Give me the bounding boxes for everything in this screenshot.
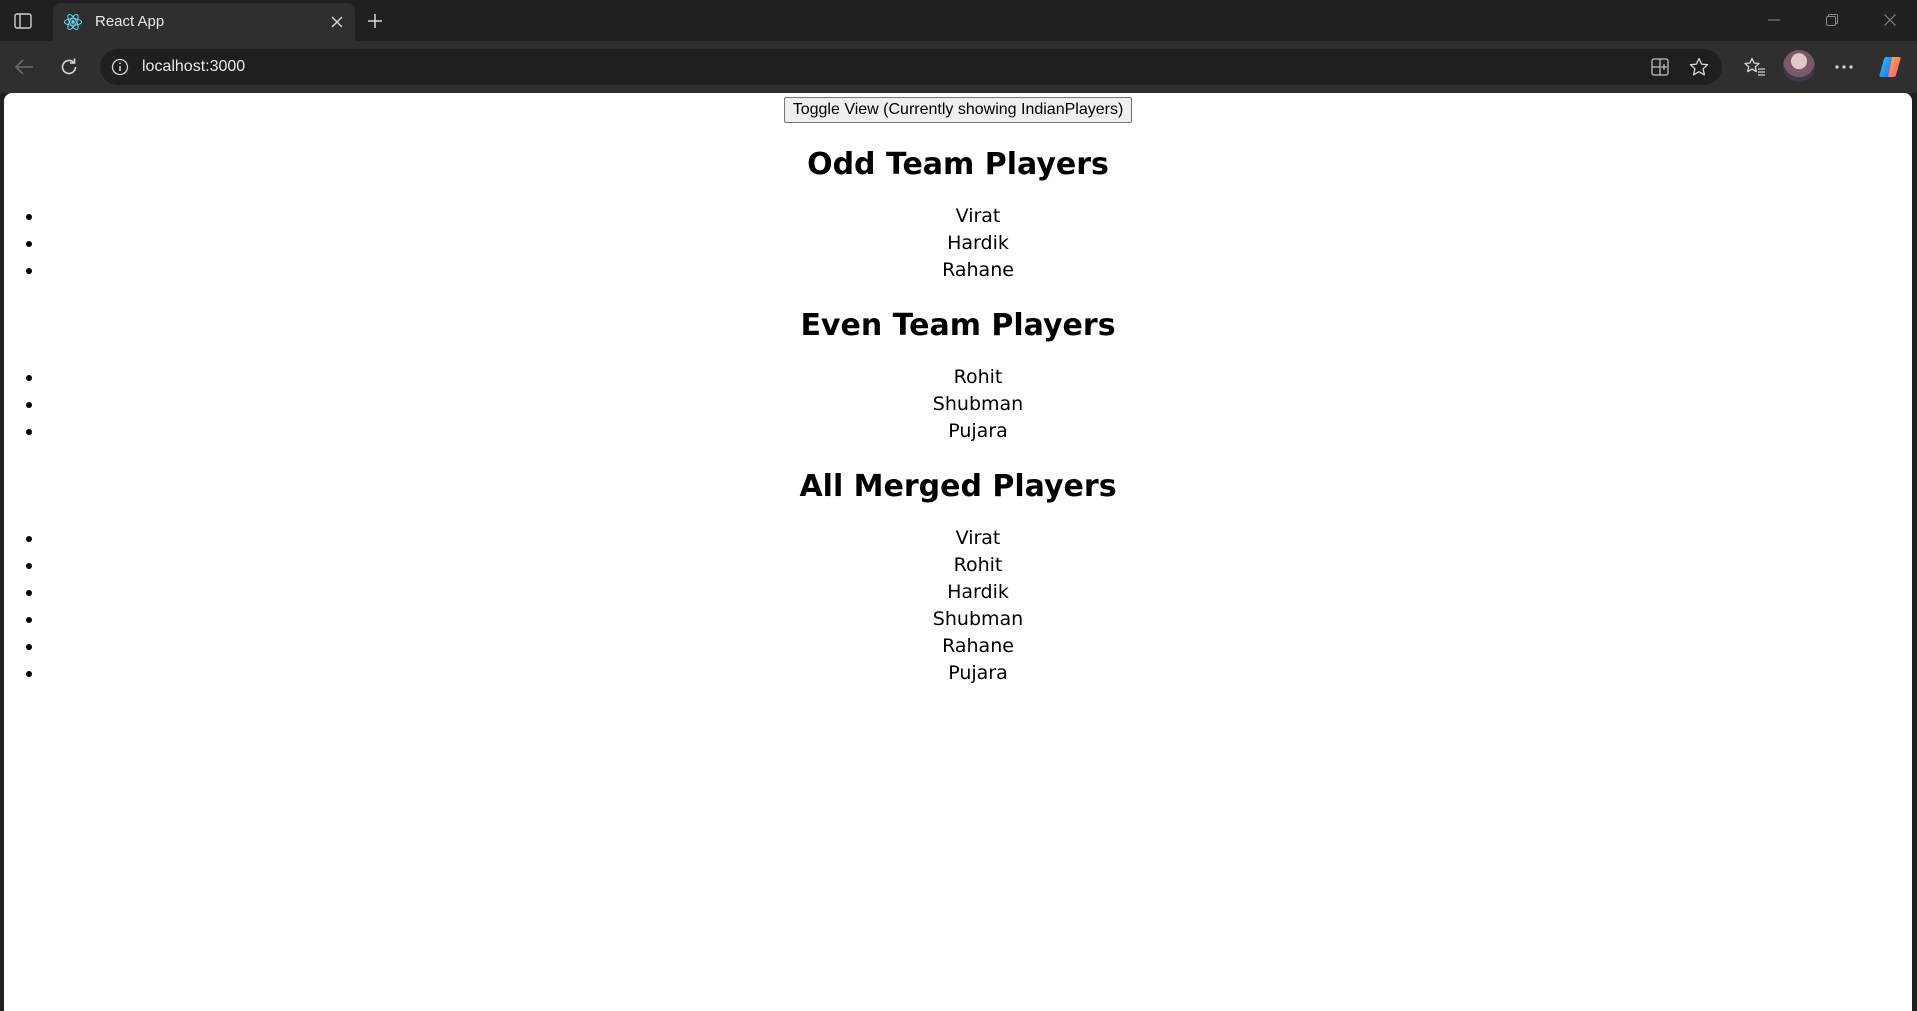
odd-team-list: ViratHardikRahane — [4, 203, 1912, 284]
list-item: Shubman — [44, 391, 1912, 418]
address-bar[interactable]: localhost:3000 — [100, 49, 1722, 85]
app-available-icon[interactable] — [1648, 55, 1672, 79]
minimize-icon[interactable] — [1746, 0, 1802, 40]
list-item: Hardik — [44, 230, 1912, 257]
tab-title: React App — [95, 13, 165, 30]
tab-react-app[interactable]: React App — [53, 3, 355, 41]
react-logo-icon — [63, 12, 83, 32]
merged-players-heading: All Merged Players — [799, 469, 1117, 504]
list-item: Rohit — [44, 552, 1912, 579]
list-item: Virat — [44, 525, 1912, 552]
even-team-heading: Even Team Players — [800, 308, 1116, 343]
plus-icon[interactable] — [362, 9, 388, 33]
toggle-view-button[interactable]: Toggle View (Currently showing IndianPla… — [783, 97, 1133, 123]
more-icon[interactable] — [1828, 51, 1860, 83]
info-icon[interactable] — [110, 57, 130, 77]
list-item: Rohit — [44, 364, 1912, 391]
arrow-left-icon[interactable] — [8, 51, 40, 83]
restore-icon[interactable] — [1804, 0, 1860, 40]
page-viewport: Toggle View (Currently showing IndianPla… — [4, 93, 1912, 1011]
avatar[interactable] — [1783, 50, 1815, 82]
list-item: Hardik — [44, 579, 1912, 606]
even-team-list: RohitShubmanPujara — [4, 364, 1912, 445]
sidebar-icon[interactable] — [10, 9, 36, 33]
browser-window: React App localhost:3000 Toggle View (Cu… — [0, 0, 1917, 1011]
favorites-icon[interactable] — [1739, 51, 1771, 83]
list-item: Shubman — [44, 606, 1912, 633]
close-icon[interactable] — [327, 12, 347, 32]
window-close-icon[interactable] — [1862, 0, 1917, 40]
list-item: Virat — [44, 203, 1912, 230]
toolbar: localhost:3000 — [0, 41, 1917, 93]
list-item: Pujara — [44, 418, 1912, 445]
list-item: Rahane — [44, 633, 1912, 660]
reload-icon[interactable] — [53, 51, 85, 83]
merged-players-list: ViratRohitHardikShubmanRahanePujara — [4, 525, 1912, 687]
list-item: Pujara — [44, 660, 1912, 687]
copilot-icon[interactable] — [1874, 51, 1906, 83]
odd-team-heading: Odd Team Players — [807, 147, 1109, 182]
tab-strip: React App — [0, 0, 1917, 41]
star-icon[interactable] — [1687, 55, 1711, 79]
url-text[interactable]: localhost:3000 — [142, 58, 245, 76]
list-item: Rahane — [44, 257, 1912, 284]
